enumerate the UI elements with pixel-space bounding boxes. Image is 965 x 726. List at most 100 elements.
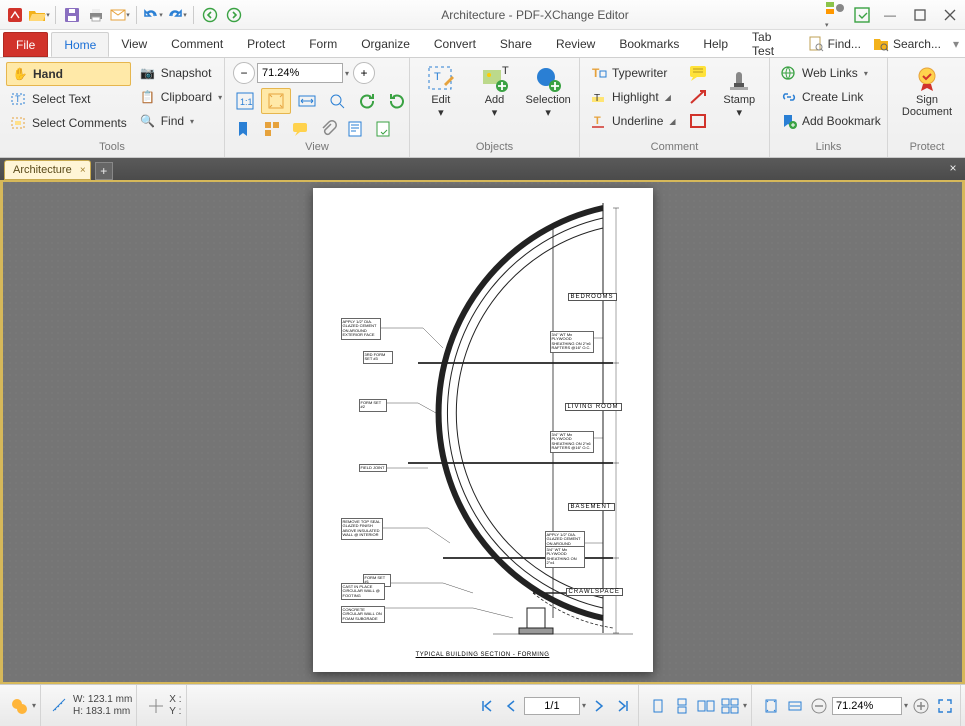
clipboard-tool[interactable]: 📋Clipboard▾	[135, 86, 226, 108]
edit-button[interactable]: T Edit▾	[416, 62, 466, 121]
fit-page-status-icon[interactable]	[760, 695, 782, 717]
group-label-tools: Tools	[0, 141, 224, 157]
tab-comment[interactable]: Comment	[159, 30, 235, 57]
layout-single-icon[interactable]	[647, 695, 669, 717]
zoom-selection-icon[interactable]	[323, 88, 351, 114]
save-icon[interactable]	[61, 4, 83, 26]
document-tabs: Architecture × + ×	[0, 158, 965, 180]
print-icon[interactable]	[85, 4, 107, 26]
find-button[interactable]: Find...	[802, 30, 867, 57]
fields-pane-icon[interactable]	[343, 118, 369, 140]
underline-tool[interactable]: TUnderline◢	[586, 110, 680, 132]
select-text-tool[interactable]: TSelect Text	[6, 88, 131, 110]
last-page-button[interactable]	[612, 695, 634, 717]
stamp-button[interactable]: Stamp▾	[716, 62, 763, 121]
arrow-tool[interactable]	[684, 86, 712, 108]
panes-more-icon[interactable]	[371, 118, 397, 140]
highlight-tool[interactable]: THighlight◢	[586, 86, 680, 108]
app-icon[interactable]	[4, 4, 26, 26]
attachments-pane-icon[interactable]	[315, 118, 341, 140]
svg-text:T: T	[594, 93, 600, 104]
tab-protect[interactable]: Protect	[235, 30, 297, 57]
next-page-button[interactable]	[588, 695, 610, 717]
label-basement: BASEMENT	[568, 503, 615, 511]
zoom-status-input[interactable]	[832, 697, 902, 715]
launch-icon[interactable]	[849, 6, 875, 24]
web-links-button[interactable]: Web Links▾	[776, 62, 885, 84]
group-label-protect: Protect	[888, 141, 965, 157]
rotate-cw-icon[interactable]	[383, 88, 411, 114]
snapshot-tool[interactable]: 📷Snapshot	[135, 62, 226, 84]
undo-icon[interactable]: ▾	[142, 4, 164, 26]
tab-view[interactable]: View	[109, 30, 159, 57]
close-tab-icon[interactable]: ×	[80, 165, 86, 176]
tab-organize[interactable]: Organize	[349, 30, 422, 57]
tab-home[interactable]: Home	[51, 32, 109, 57]
add-button[interactable]: T Add▾	[470, 62, 520, 121]
zoom-in-button[interactable]: +	[353, 62, 375, 84]
prev-page-button[interactable]	[500, 695, 522, 717]
page-input[interactable]	[524, 697, 580, 715]
next-icon[interactable]	[223, 4, 245, 26]
tab-help[interactable]: Help	[691, 30, 740, 57]
rect-tool[interactable]	[684, 110, 712, 132]
measure-icon[interactable]	[49, 695, 71, 717]
zoom-input[interactable]	[257, 63, 343, 83]
fullscreen-icon[interactable]	[934, 695, 956, 717]
selection-button[interactable]: Selection▾	[523, 62, 573, 121]
zoom-out-status[interactable]	[808, 695, 830, 717]
page: BEDROOMS LIVING ROOM BASEMENT CRAWLSPACE…	[313, 188, 653, 672]
rotate-ccw-icon[interactable]	[353, 88, 381, 114]
group-view: − ▾ + 1:1 View	[225, 58, 410, 157]
svg-text:T: T	[502, 65, 509, 77]
quick-access-toolbar: ▾ ▾ ▾ ▾	[0, 4, 249, 26]
add-tab-button[interactable]: +	[95, 162, 113, 180]
open-icon[interactable]: ▾	[28, 4, 50, 26]
thumbnails-pane-icon[interactable]	[259, 118, 285, 140]
typewriter-tool[interactable]: TTypewriter	[586, 62, 680, 84]
svg-text:T: T	[594, 115, 601, 127]
layout-continuous-icon[interactable]	[671, 695, 693, 717]
actual-size-icon[interactable]: 1:1	[231, 88, 259, 114]
bookmark-pane-icon[interactable]	[231, 118, 257, 140]
tab-share[interactable]: Share	[488, 30, 544, 57]
zoom-in-status[interactable]	[910, 695, 932, 717]
sign-document-button[interactable]: Sign Document	[894, 62, 960, 120]
tab-convert[interactable]: Convert	[422, 30, 488, 57]
hand-tool[interactable]: ✋Hand	[6, 62, 131, 86]
maximize-button[interactable]	[905, 1, 935, 29]
redo-icon[interactable]: ▾	[166, 4, 188, 26]
layout-facing-icon[interactable]	[695, 695, 717, 717]
comments-pane-icon[interactable]	[287, 118, 313, 140]
find-tool[interactable]: 🔍Find▾	[135, 110, 226, 132]
search-button[interactable]: Search...	[867, 30, 947, 57]
fit-page-icon[interactable]	[261, 88, 291, 114]
svg-text:T: T	[434, 71, 441, 83]
close-button[interactable]	[935, 1, 965, 29]
options-icon[interactable]	[8, 695, 30, 717]
ui-options-icon[interactable]: ▾	[821, 0, 849, 30]
close-all-button[interactable]: ×	[945, 160, 961, 176]
email-icon[interactable]: ▾	[109, 4, 131, 26]
first-page-button[interactable]	[476, 695, 498, 717]
tab-bookmarks[interactable]: Bookmarks	[607, 30, 691, 57]
document-tab[interactable]: Architecture ×	[4, 160, 91, 180]
fit-width-status-icon[interactable]	[784, 695, 806, 717]
tab-tabtest[interactable]: Tab Test	[740, 30, 802, 57]
create-link-button[interactable]: Create Link	[776, 86, 885, 108]
note-tool[interactable]	[684, 62, 712, 84]
fit-width-icon[interactable]	[293, 88, 321, 114]
prev-icon[interactable]	[199, 4, 221, 26]
minimize-button[interactable]: —	[875, 1, 905, 29]
tab-form[interactable]: Form	[297, 30, 349, 57]
add-bookmark-button[interactable]: Add Bookmark	[776, 110, 885, 132]
tab-review[interactable]: Review	[544, 30, 607, 57]
zoom-out-button[interactable]: −	[233, 62, 255, 84]
document-canvas[interactable]: BEDROOMS LIVING ROOM BASEMENT CRAWLSPACE…	[0, 180, 965, 684]
tab-file[interactable]: File	[3, 32, 48, 57]
layout-facing-cont-icon[interactable]	[719, 695, 741, 717]
ribbon-toggle[interactable]: ▾	[947, 30, 965, 57]
select-comments-tool[interactable]: Select Comments	[6, 112, 131, 134]
cursor-icon[interactable]	[145, 695, 167, 717]
group-objects: T Edit▾ T Add▾ Selection▾ Objects	[410, 58, 580, 157]
